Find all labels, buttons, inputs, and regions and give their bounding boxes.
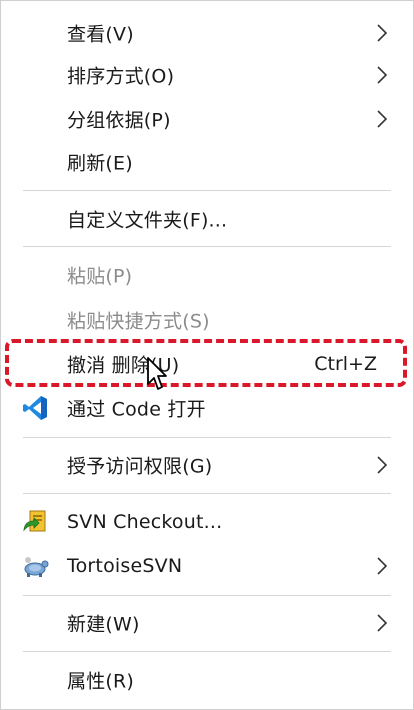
menu-item-label: 新建(W) xyxy=(67,613,140,636)
menu-item-sort-by[interactable]: 排序方式(O) xyxy=(1,55,413,95)
menu-item-view[interactable]: 查看(V) xyxy=(1,13,413,53)
menu-item-new[interactable]: 新建(W) xyxy=(1,603,413,643)
menu-item-group-by[interactable]: 分组依据(P) xyxy=(1,99,413,139)
vscode-icon xyxy=(23,396,47,420)
menu-item-label: 刷新(E) xyxy=(67,152,133,175)
menu-item-label: TortoiseSVN xyxy=(67,555,183,577)
menu-item-label: SVN Checkout... xyxy=(67,511,223,533)
menu-separator xyxy=(23,493,391,494)
menu-item-paste: 粘贴(P) xyxy=(1,255,413,295)
svn-checkout-icon xyxy=(23,510,46,532)
menu-item-label: 粘贴(P) xyxy=(67,265,133,288)
menu-item-label: 查看(V) xyxy=(67,23,134,46)
mouse-pointer-icon xyxy=(147,357,167,390)
menu-item-customize-folder[interactable]: 自定义文件夹(F)... xyxy=(1,199,413,239)
highlight-box xyxy=(5,339,407,387)
menu-item-label: 排序方式(O) xyxy=(67,65,175,88)
menu-item-open-with-code[interactable]: 通过 Code 打开 xyxy=(1,388,413,428)
chevron-right-icon xyxy=(377,456,388,474)
menu-item-refresh[interactable]: 刷新(E) xyxy=(1,142,413,182)
chevron-right-icon xyxy=(377,614,388,632)
chevron-right-icon xyxy=(377,66,388,84)
menu-item-give-access[interactable]: 授予访问权限(G) xyxy=(1,445,413,485)
menu-item-properties[interactable]: 属性(R) xyxy=(1,660,413,700)
menu-separator xyxy=(23,190,391,191)
chevron-right-icon xyxy=(377,557,388,575)
chevron-right-icon xyxy=(377,24,388,42)
menu-item-label: 属性(R) xyxy=(67,670,135,693)
chevron-right-icon xyxy=(377,110,388,128)
menu-separator xyxy=(23,437,391,438)
menu-item-label: 通过 Code 打开 xyxy=(67,398,206,421)
menu-item-label: 授予访问权限(G) xyxy=(67,455,213,478)
menu-item-label: 粘贴快捷方式(S) xyxy=(67,310,210,333)
menu-item-label: 分组依据(P) xyxy=(67,109,171,132)
tortoisesvn-icon xyxy=(24,557,49,577)
menu-separator xyxy=(23,651,391,652)
menu-separator xyxy=(23,246,391,247)
menu-item-tortoisesvn[interactable]: TortoiseSVN xyxy=(1,546,413,586)
menu-item-paste-shortcut: 粘贴快捷方式(S) xyxy=(1,300,413,340)
menu-item-svn-checkout[interactable]: SVN Checkout... xyxy=(1,502,413,542)
menu-item-label: 自定义文件夹(F)... xyxy=(67,209,228,232)
menu-separator xyxy=(23,595,391,596)
